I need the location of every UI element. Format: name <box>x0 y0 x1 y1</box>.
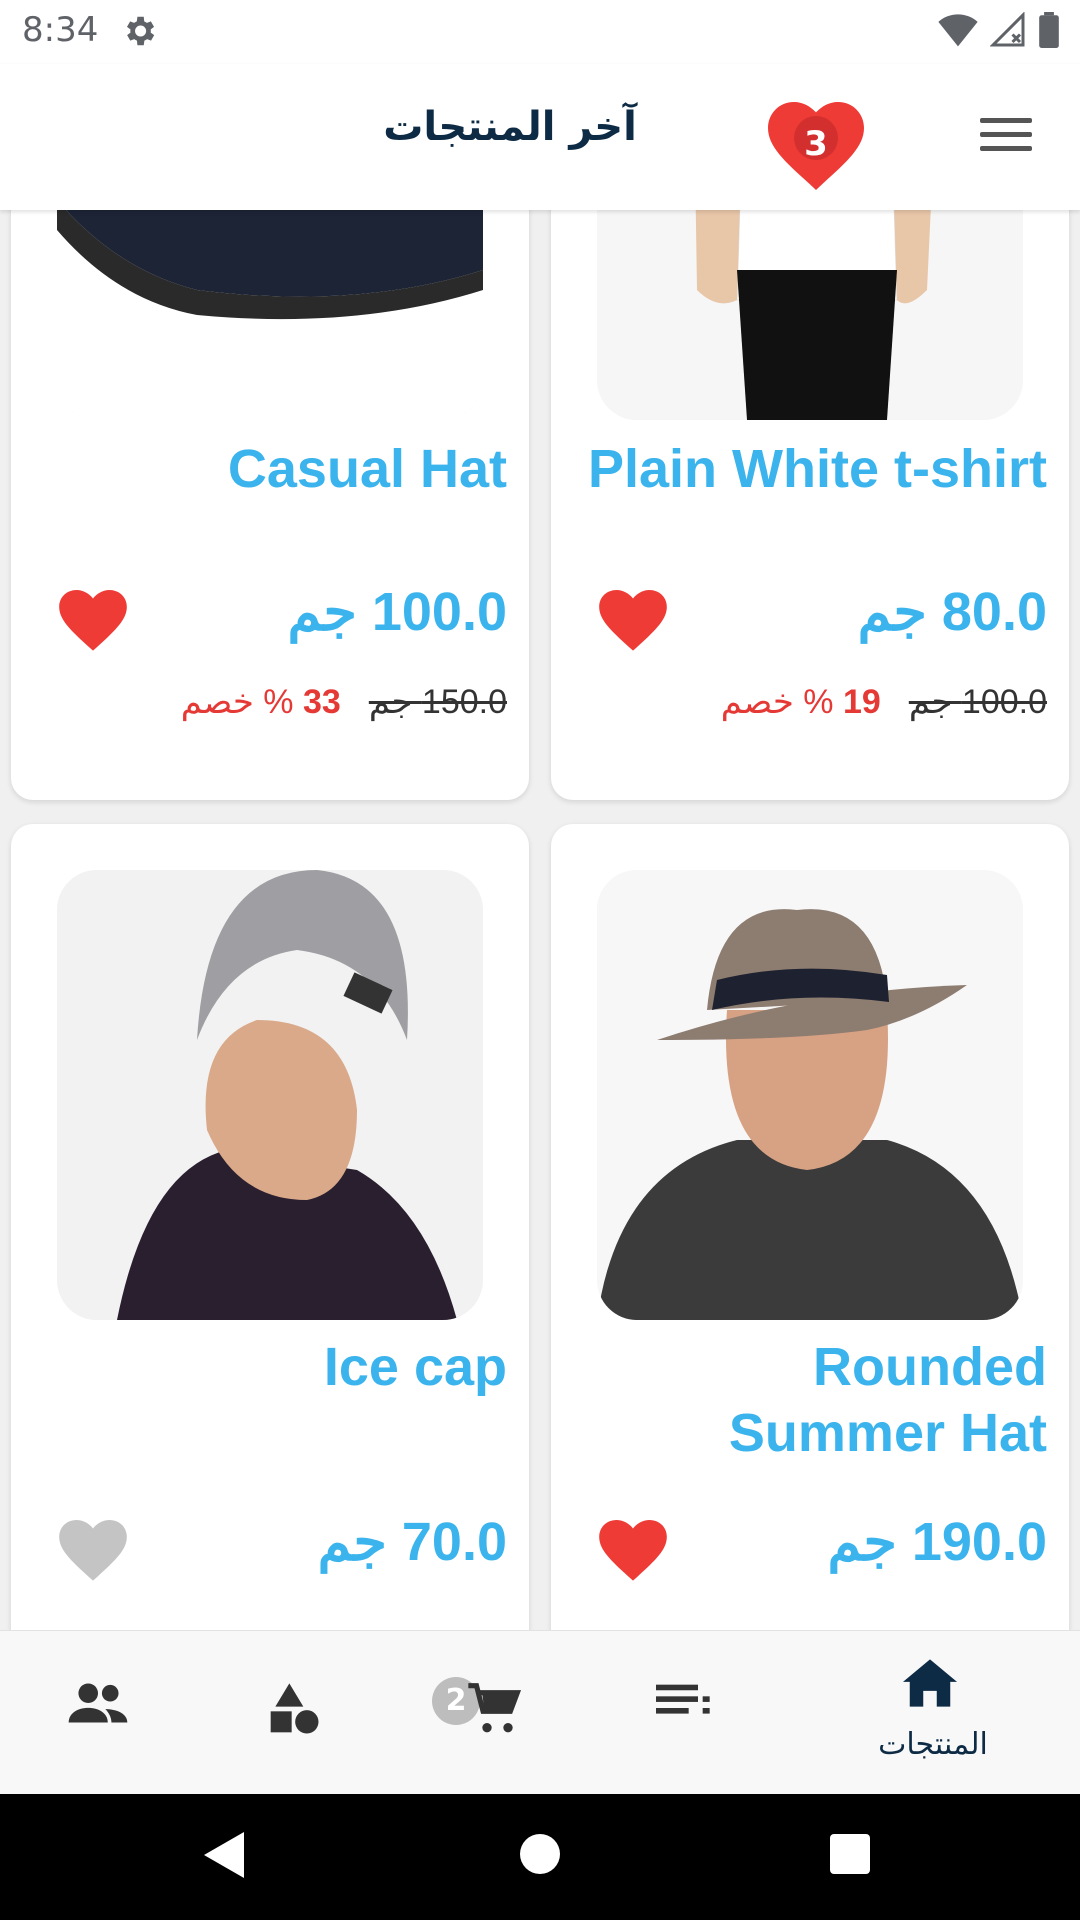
categories-icon <box>270 1683 319 1734</box>
discount-label: 33 % خصم <box>181 682 341 722</box>
product-card[interactable]: Rounded Summer Hat 190.0 جم <box>551 824 1069 1630</box>
product-price: 80.0 جم <box>857 582 1047 642</box>
nav-item-categories[interactable] <box>206 1631 386 1795</box>
product-card[interactable]: Plain White t-shirt 80.0 جم 100.0 جم 19 … <box>551 210 1069 800</box>
bottom-navigation: 2 المنتجات <box>0 1630 1080 1795</box>
discount-suffix: % خصم <box>180 683 294 721</box>
old-price: 100.0 جم <box>908 683 1047 721</box>
app-bar: آخر المنتجات 3 <box>0 64 1080 210</box>
favorite-heart-icon[interactable] <box>59 590 127 652</box>
nav-item-cart[interactable]: 2 <box>404 1631 584 1795</box>
wifi-icon <box>938 14 978 47</box>
product-name: Plain White t-shirt <box>588 439 1047 499</box>
home-icon <box>903 1659 957 1707</box>
home-button-icon[interactable] <box>520 1834 560 1874</box>
people-icon <box>68 1683 128 1723</box>
signal-icon <box>990 12 1025 47</box>
product-image-fedora <box>597 870 1023 1320</box>
product-image-cap <box>57 210 483 420</box>
nav-item-people[interactable] <box>8 1631 188 1795</box>
page-title: آخر المنتجات <box>383 104 637 150</box>
nav-item-list[interactable] <box>596 1631 776 1795</box>
product-name: Rounded Summer Hat <box>728 1337 1047 1463</box>
favorite-heart-icon[interactable] <box>599 590 667 652</box>
cart-icon <box>468 1683 522 1733</box>
product-name: Casual Hat <box>227 439 507 499</box>
system-navigation-bar <box>0 1794 1080 1920</box>
product-price: 70.0 جم <box>317 1512 507 1572</box>
nav-item-products[interactable]: المنتجات <box>843 1631 1023 1795</box>
product-image-tshirt <box>597 210 1023 420</box>
product-price: 190.0 جم <box>827 1512 1047 1572</box>
discount-suffix: % خصم <box>720 683 834 721</box>
status-bar: 8:34 <box>0 0 1080 64</box>
discount-value: 19 <box>842 683 881 721</box>
favorites-button[interactable]: 3 <box>768 102 864 194</box>
product-grid: Casual Hat 100.0 جم 150.0 جم 33 % خصم Pl… <box>0 210 1080 1630</box>
price-details: 150.0 جم 33 % خصم <box>181 682 507 722</box>
favorites-count: 3 <box>804 124 828 164</box>
discount-label: 19 % خصم <box>721 682 881 722</box>
favorite-heart-icon[interactable] <box>59 1520 127 1582</box>
discount-value: 33 <box>302 683 341 721</box>
product-image-beanie <box>57 870 483 1320</box>
menu-icon[interactable] <box>980 118 1032 158</box>
battery-icon <box>1039 12 1059 48</box>
recents-icon[interactable] <box>830 1834 870 1874</box>
list-icon <box>656 1684 710 1714</box>
product-price: 100.0 جم <box>287 582 507 642</box>
product-name: Ice cap <box>323 1337 507 1397</box>
product-card[interactable]: Casual Hat 100.0 جم 150.0 جم 33 % خصم <box>11 210 529 800</box>
nav-label-products: المنتجات <box>878 1727 988 1762</box>
product-card[interactable]: Ice cap 70.0 جم <box>11 824 529 1630</box>
status-icons <box>938 12 1060 48</box>
price-details: 100.0 جم 19 % خصم <box>721 682 1047 722</box>
old-price: 150.0 جم <box>368 683 507 721</box>
favorite-heart-icon[interactable] <box>599 1520 667 1582</box>
back-icon[interactable] <box>204 1832 244 1878</box>
settings-icon <box>126 16 155 46</box>
status-time: 8:34 <box>22 10 99 50</box>
